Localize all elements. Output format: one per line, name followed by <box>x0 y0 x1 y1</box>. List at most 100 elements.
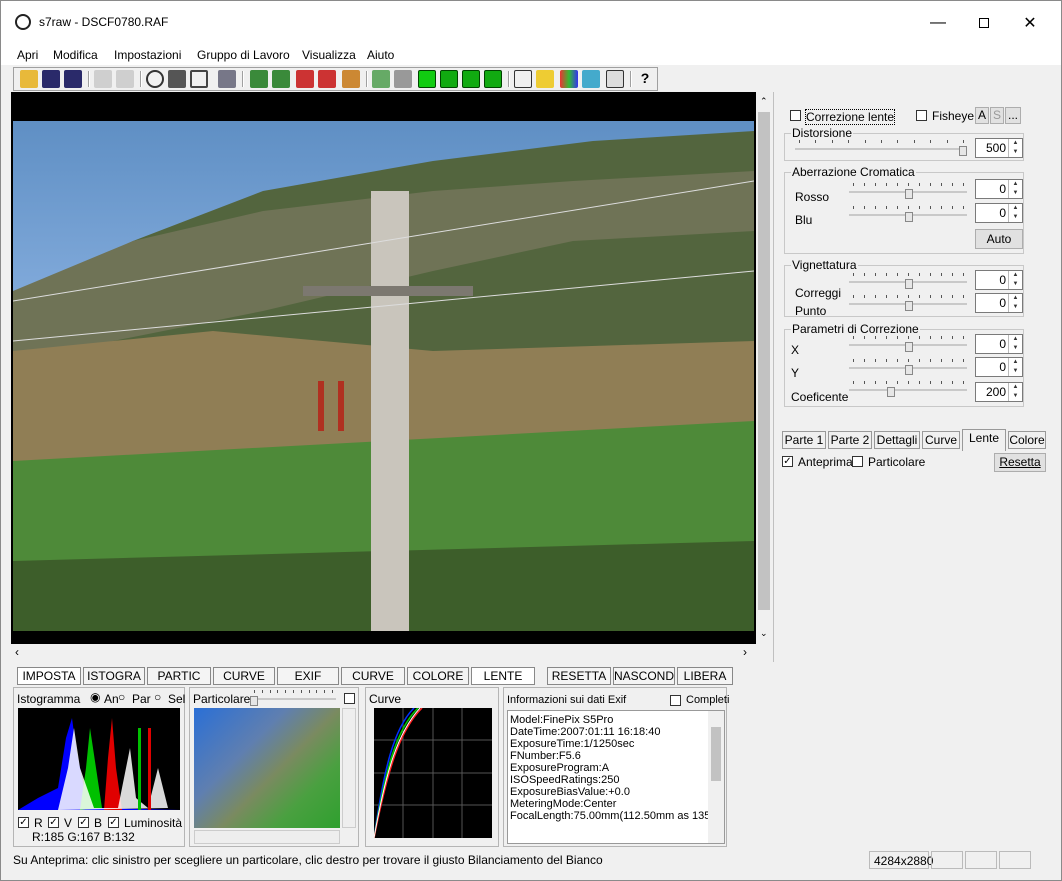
scroll-left-arrow[interactable]: ‹ <box>15 645 19 659</box>
radio-par[interactable]: ○ <box>118 690 125 704</box>
particolare-panel-checkbox[interactable] <box>344 693 355 704</box>
luminosita-checkbox[interactable]: ✓ <box>108 817 119 828</box>
anteprima-checkbox[interactable]: ✓ <box>782 456 793 467</box>
rosso-spinbox[interactable]: 0 ▲ ▼ <box>975 179 1023 199</box>
distorsione-spinbox[interactable]: 500 ▲ ▼ <box>975 138 1023 158</box>
tab-resetta[interactable]: RESETTA <box>547 667 611 685</box>
menu-gruppo-di-lavoro[interactable]: Gruppo di Lavoro <box>197 48 290 62</box>
dots-button[interactable]: ... <box>1005 107 1021 124</box>
blu-spinbox[interactable]: 0 ▲ ▼ <box>975 203 1023 223</box>
exif-textbox[interactable]: Model:FinePix S5Pro DateTime:2007:01:11 … <box>507 710 725 844</box>
x-slider[interactable] <box>849 336 967 354</box>
menu-aiuto[interactable]: Aiuto <box>367 48 394 62</box>
layers-icon[interactable] <box>218 70 236 88</box>
color-icon[interactable] <box>560 70 578 88</box>
v-checkbox[interactable]: ✓ <box>48 817 59 828</box>
save-as-icon[interactable] <box>64 70 82 88</box>
tab-lente-bottom[interactable]: LENTE <box>471 667 535 685</box>
b-checkbox[interactable]: ✓ <box>78 817 89 828</box>
distorsione-slider[interactable] <box>795 140 967 158</box>
preview-icon[interactable] <box>484 70 502 88</box>
blu-slider[interactable] <box>849 206 967 224</box>
coeficente-spinbox[interactable]: 200 ▲ ▼ <box>975 382 1023 402</box>
open-icon[interactable] <box>20 70 38 88</box>
punto-slider[interactable] <box>849 295 967 313</box>
particolare-zoom-slider[interactable] <box>250 690 336 708</box>
image-viewport[interactable] <box>11 92 756 644</box>
tab-libera[interactable]: LIBERA <box>677 667 733 685</box>
tab-nascond[interactable]: NASCOND <box>613 667 675 685</box>
auto-button[interactable]: Auto <box>975 229 1023 249</box>
particolare-preview[interactable] <box>194 708 340 828</box>
photo-preview[interactable] <box>13 121 754 631</box>
s-button[interactable]: S <box>990 107 1004 124</box>
tab-istogra[interactable]: ISTOGRA <box>83 667 145 685</box>
coeficente-slider[interactable] <box>849 381 967 399</box>
tab-partic[interactable]: PARTIC <box>147 667 211 685</box>
close-button[interactable]: ✕ <box>1007 1 1053 45</box>
crop-icon[interactable] <box>190 70 208 88</box>
punto-spinbox[interactable]: 0 ▲ ▼ <box>975 293 1023 313</box>
fisheye-checkbox[interactable] <box>916 110 927 121</box>
correzione-lente-checkbox[interactable] <box>790 110 801 121</box>
paste-icon[interactable] <box>116 70 134 88</box>
jpg-icon[interactable] <box>342 70 360 88</box>
tab-parte-1[interactable]: Parte 1 <box>782 431 826 449</box>
view-single-icon[interactable] <box>418 70 436 88</box>
radio-sel[interactable]: ○ <box>154 690 161 704</box>
psd-icon[interactable] <box>250 70 268 88</box>
tab-dettagli[interactable]: Dettagli <box>874 431 920 449</box>
tab-curve-2[interactable]: CURVE <box>341 667 405 685</box>
y-slider[interactable] <box>849 359 967 377</box>
radio-an[interactable]: ◉ <box>90 690 100 704</box>
curve-chart[interactable] <box>373 707 492 839</box>
particolare-hscroll[interactable] <box>194 830 340 844</box>
horizontal-scrollbar[interactable]: ‹ › <box>11 644 756 661</box>
correggi-slider[interactable] <box>849 273 967 291</box>
copy-icon[interactable] <box>94 70 112 88</box>
tab-parte-2[interactable]: Parte 2 <box>828 431 872 449</box>
menu-impostazioni[interactable]: Impostazioni <box>114 48 181 62</box>
tab-colore-bottom[interactable]: COLORE <box>407 667 469 685</box>
scroll-thumb[interactable] <box>758 112 770 610</box>
tab-lente[interactable]: Lente <box>962 429 1006 451</box>
help-icon[interactable]: ? <box>636 70 654 88</box>
compare-icon[interactable] <box>606 70 624 88</box>
zoom-icon[interactable] <box>146 70 164 88</box>
y-spinbox[interactable]: 0 ▲ ▼ <box>975 357 1023 377</box>
rosso-slider[interactable] <box>849 183 967 201</box>
view-quad-icon[interactable] <box>440 70 458 88</box>
psd-16-icon[interactable] <box>272 70 290 88</box>
particolare-checkbox[interactable] <box>852 456 863 467</box>
maximize-button[interactable] <box>961 1 1007 45</box>
resetta-button[interactable]: Resetta <box>994 453 1046 472</box>
completi-checkbox[interactable] <box>670 695 681 706</box>
eyedropper-icon[interactable] <box>168 70 186 88</box>
tiff-icon[interactable] <box>296 70 314 88</box>
tab-exif[interactable]: EXIF <box>277 667 339 685</box>
a-button[interactable]: A <box>975 107 989 124</box>
tab-colore[interactable]: Colore <box>1008 431 1046 449</box>
vertical-scrollbar[interactable]: ⌃ ⌄ <box>756 92 773 644</box>
correggi-spinbox[interactable]: 0 ▲ ▼ <box>975 270 1023 290</box>
tab-curve-bottom[interactable]: CURVE <box>213 667 275 685</box>
menu-apri[interactable]: Apri <box>17 48 38 62</box>
r-checkbox[interactable]: ✓ <box>18 817 29 828</box>
tab-imposta[interactable]: IMPOSTA <box>17 667 81 685</box>
scroll-right-arrow[interactable]: › <box>743 645 747 659</box>
minimize-button[interactable]: — <box>915 1 961 45</box>
x-spinbox[interactable]: 0 ▲ ▼ <box>975 334 1023 354</box>
tab-curve[interactable]: Curve <box>922 431 960 449</box>
exif-scrollbar[interactable] <box>708 711 724 843</box>
tiff-16-icon[interactable] <box>318 70 336 88</box>
batch-icon[interactable] <box>372 70 390 88</box>
curve-tool-icon[interactable] <box>582 70 600 88</box>
save-icon[interactable] <box>42 70 60 88</box>
scroll-down-arrow[interactable]: ⌄ <box>760 628 768 639</box>
particolare-vscroll[interactable] <box>342 708 356 828</box>
view-split-icon[interactable] <box>462 70 480 88</box>
grid-icon[interactable] <box>514 70 532 88</box>
highlight-icon[interactable] <box>536 70 554 88</box>
scroll-up-arrow[interactable]: ⌃ <box>760 96 768 107</box>
menu-visualizza[interactable]: Visualizza <box>302 48 356 62</box>
